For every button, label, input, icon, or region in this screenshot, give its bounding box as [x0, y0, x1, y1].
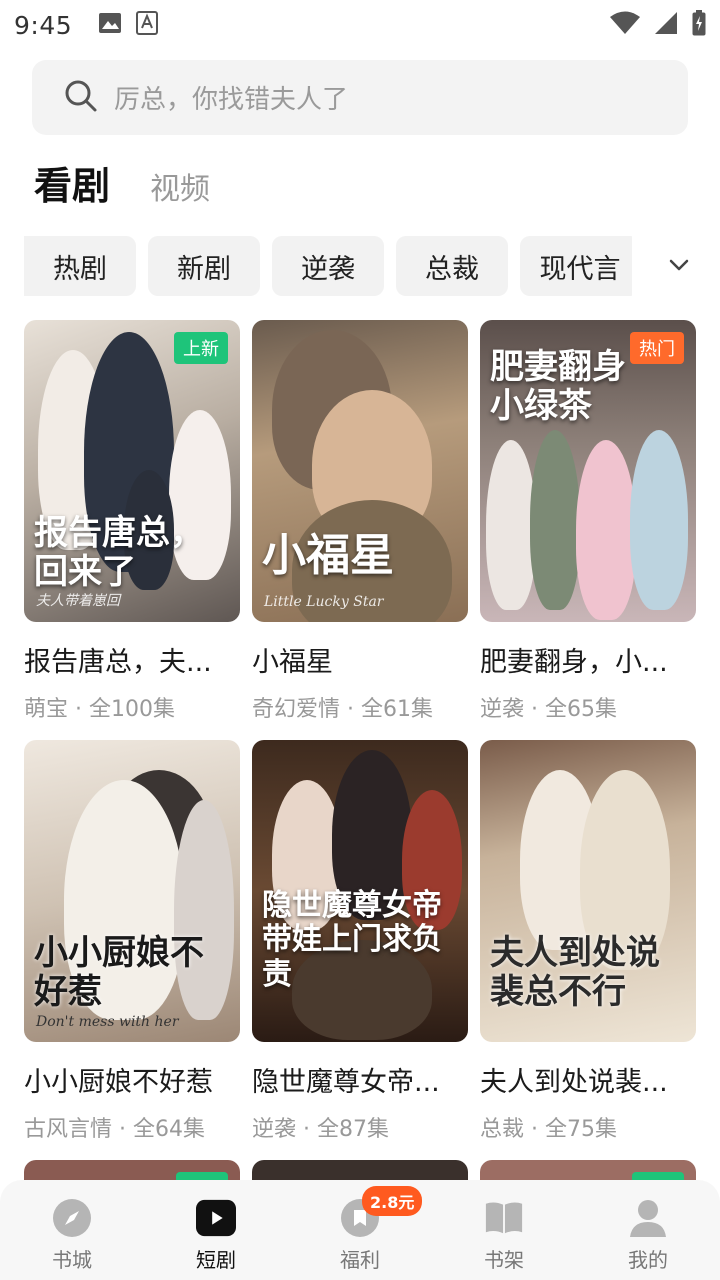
drama-meta: 总裁 · 全75集: [480, 1117, 617, 1142]
poster-title-text: 夫人到处说裴总不行: [490, 932, 660, 1012]
drama-card[interactable]: 小福星 Little Lucky Star 小福星 奇幻爱情 · 全61集: [252, 320, 468, 723]
text-app-icon: [136, 11, 159, 39]
bottom-nav: 书城 短剧 2.8元 福利 书架 我的: [0, 1180, 720, 1280]
hot-badge: 热门: [630, 332, 684, 364]
search-icon: [64, 79, 98, 117]
drama-meta: 古风言情 · 全64集: [24, 1117, 205, 1142]
expand-categories-button[interactable]: [650, 236, 708, 296]
search-placeholder: 厉总，你找错夫人了: [114, 85, 349, 115]
drama-meta: 奇幻爱情 · 全61集: [252, 697, 433, 722]
drama-meta: 逆袭 · 全65集: [480, 697, 617, 722]
chips-scroll[interactable]: 热剧 新剧 逆袭 总裁 现代言: [24, 236, 632, 296]
drama-poster[interactable]: 隐世魔尊女帝带娃上门求负责: [252, 740, 468, 1042]
drama-meta: 逆袭 · 全87集: [252, 1117, 389, 1142]
drama-title: 肥妻翻身，小...: [480, 647, 668, 678]
drama-poster[interactable]: 夫人到处说裴总不行: [480, 740, 696, 1042]
drama-title: 报告唐总，夫...: [24, 647, 212, 678]
chip-modern-romance[interactable]: 现代言: [520, 236, 632, 296]
nav-label: 书城: [52, 1248, 92, 1272]
nav-profile[interactable]: 我的: [576, 1180, 720, 1280]
signal-icon: [654, 11, 678, 39]
status-system-icons: [610, 10, 706, 40]
chip-comeback[interactable]: 逆袭: [272, 236, 384, 296]
poster-title-text: 肥妻翻身小绿茶: [490, 347, 626, 427]
drama-card[interactable]: 小小厨娘不好惹 Don't mess with her 小小厨娘不好惹 古风言情…: [24, 740, 240, 1143]
nav-label: 福利: [340, 1248, 380, 1272]
poster-title-text: 报告唐总，回来了: [34, 512, 204, 592]
nav-bookstore[interactable]: 书城: [0, 1180, 144, 1280]
drama-meta: 萌宝 · 全100集: [24, 697, 175, 722]
drama-card[interactable]: 肥妻翻身小绿茶 热门 肥妻翻身，小... 逆袭 · 全65集: [480, 320, 696, 723]
wifi-icon: [610, 11, 640, 39]
drama-poster[interactable]: 肥妻翻身小绿茶 热门: [480, 320, 696, 622]
tab-video[interactable]: 视频: [150, 164, 210, 210]
drama-title: 小福星: [252, 647, 333, 678]
book-icon: [484, 1198, 524, 1238]
profile-icon: [628, 1198, 668, 1238]
new-badge: 上新: [174, 332, 228, 364]
compass-icon: [52, 1198, 92, 1238]
nav-label: 短剧: [196, 1248, 236, 1272]
chip-ceo[interactable]: 总裁: [396, 236, 508, 296]
poster-subtitle-text: Little Lucky Star: [264, 594, 384, 610]
drama-poster[interactable]: 报告唐总，回来了 夫人带着崽回 上新: [24, 320, 240, 622]
category-chips: 热剧 新剧 逆袭 总裁 现代言: [0, 236, 720, 296]
nav-short-drama[interactable]: 短剧: [144, 1180, 288, 1280]
search-input[interactable]: 厉总，你找错夫人了: [32, 60, 688, 135]
tab-watch-drama[interactable]: 看剧: [34, 155, 110, 210]
play-icon: [196, 1198, 236, 1238]
poster-title-text: 小福星: [262, 530, 394, 582]
main-tabs: 看剧 视频: [34, 150, 210, 210]
drama-card[interactable]: 报告唐总，回来了 夫人带着崽回 上新 报告唐总，夫... 萌宝 · 全100集: [24, 320, 240, 723]
poster-title-text: 隐世魔尊女帝带娃上门求负责: [262, 887, 442, 992]
nav-bookshelf[interactable]: 书架: [432, 1180, 576, 1280]
nav-label: 书架: [484, 1248, 524, 1272]
status-time: 9:45: [14, 10, 73, 40]
drama-title: 隐世魔尊女帝...: [252, 1067, 440, 1098]
nav-label: 我的: [628, 1248, 668, 1272]
chevron-down-icon: [668, 257, 690, 276]
battery-icon: [692, 10, 706, 40]
drama-title: 小小厨娘不好惹: [24, 1067, 213, 1098]
chip-hot[interactable]: 热剧: [24, 236, 136, 296]
nav-rewards[interactable]: 2.8元 福利: [288, 1180, 432, 1280]
drama-card[interactable]: 夫人到处说裴总不行 夫人到处说裴... 总裁 · 全75集: [480, 740, 696, 1143]
reward-amount-badge: 2.8元: [362, 1186, 423, 1216]
status-bar: 9:45: [0, 0, 720, 50]
status-notification-icons: [98, 11, 159, 39]
image-icon: [98, 12, 122, 38]
drama-poster[interactable]: 小小厨娘不好惹 Don't mess with her: [24, 740, 240, 1042]
poster-subtitle-text: 夫人带着崽回: [36, 593, 120, 609]
chip-new[interactable]: 新剧: [148, 236, 260, 296]
drama-title: 夫人到处说裴...: [480, 1067, 668, 1098]
drama-card[interactable]: 隐世魔尊女帝带娃上门求负责 隐世魔尊女帝... 逆袭 · 全87集: [252, 740, 468, 1143]
poster-title-text: 小小厨娘不好惹: [34, 932, 204, 1012]
drama-poster[interactable]: 小福星 Little Lucky Star: [252, 320, 468, 622]
poster-subtitle-text: Don't mess with her: [36, 1014, 179, 1030]
